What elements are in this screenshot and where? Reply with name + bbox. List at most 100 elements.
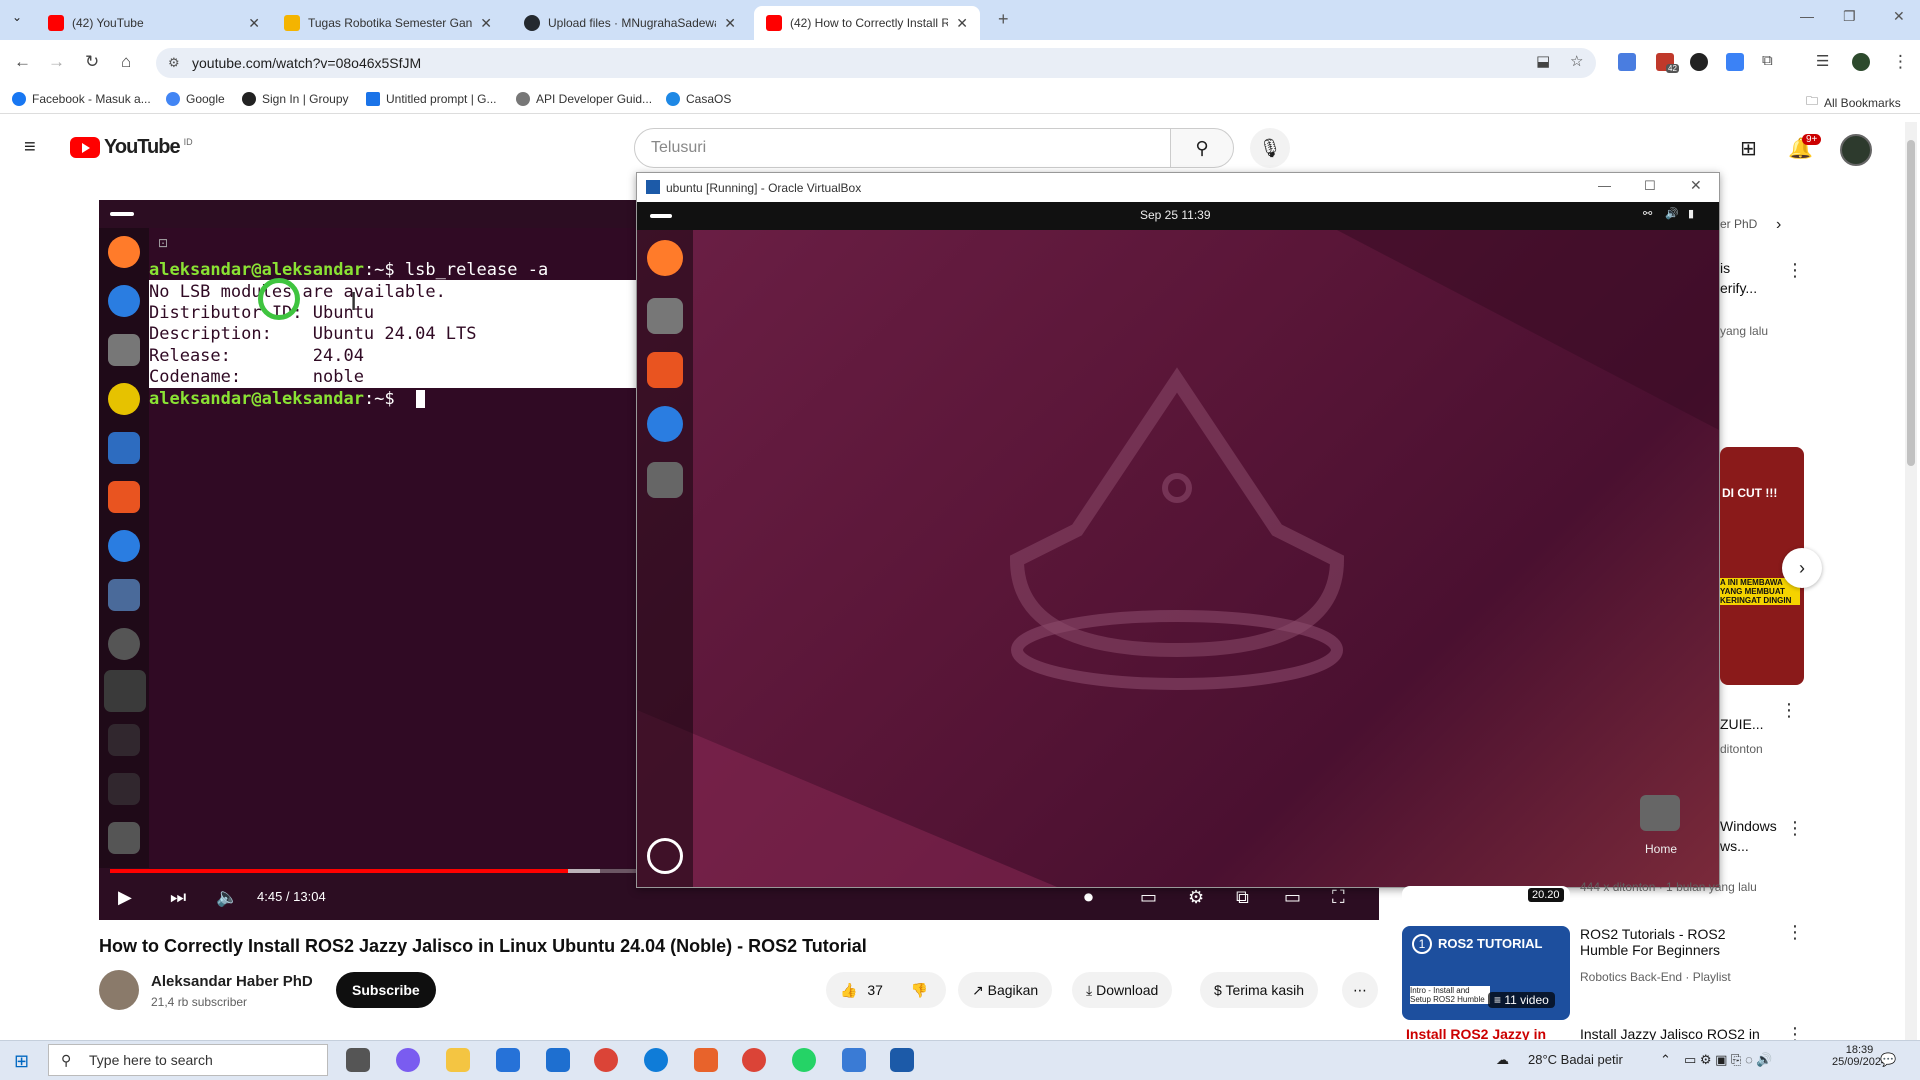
tab-github[interactable]: Upload files · MNugrahaSadewa ✕ bbox=[512, 6, 748, 40]
task-view-icon[interactable] bbox=[346, 1048, 370, 1072]
channel-name[interactable]: Aleksandar Haber PhD bbox=[151, 973, 313, 990]
chrome-icon[interactable] bbox=[594, 1048, 618, 1072]
recommended-title[interactable]: ZUIE... bbox=[1720, 716, 1764, 732]
account-avatar[interactable] bbox=[1840, 134, 1872, 166]
tray-icons[interactable]: ▭ ⚙ ▣ ⎘ ◌ 🔊 bbox=[1684, 1052, 1773, 1068]
recommended-title[interactable]: ws... bbox=[1720, 838, 1749, 854]
tray-chevron-icon[interactable]: ⌃ bbox=[1660, 1052, 1671, 1068]
restore-icon[interactable]: ❐ bbox=[1843, 8, 1856, 25]
app-icon[interactable] bbox=[694, 1048, 718, 1072]
forward-icon[interactable]: → bbox=[48, 52, 65, 72]
copilot-icon[interactable] bbox=[396, 1048, 420, 1072]
whatsapp-icon[interactable] bbox=[792, 1048, 816, 1072]
create-video-icon[interactable]: ⊞ bbox=[1740, 136, 1757, 161]
more-options-icon[interactable]: ⋮ bbox=[1780, 700, 1798, 721]
clock[interactable]: 18:39 25/09/2024 bbox=[1832, 1044, 1887, 1068]
carousel-next-button[interactable]: › bbox=[1782, 548, 1822, 588]
download-button[interactable]: ⤓ Download bbox=[1072, 972, 1173, 1008]
scrollbar-thumb[interactable] bbox=[1907, 140, 1915, 466]
windows-start-icon[interactable]: ⊞ bbox=[14, 1051, 29, 1072]
vm-firefox-icon[interactable] bbox=[647, 240, 683, 276]
menu-kebab-icon[interactable]: ⋮ bbox=[1892, 52, 1909, 72]
site-info-icon[interactable]: ⚙ bbox=[168, 48, 180, 78]
settings-gear-icon[interactable]: ⚙ bbox=[1188, 887, 1204, 908]
miniplayer-icon[interactable]: ⧉ bbox=[1236, 887, 1249, 908]
vm-help-icon[interactable] bbox=[647, 406, 683, 442]
translate-extension-icon[interactable] bbox=[1618, 53, 1636, 71]
weather-text[interactable]: 28°C Badai petir bbox=[1528, 1052, 1623, 1067]
search-input[interactable]: Telusuri bbox=[634, 128, 1172, 168]
autoplay-toggle[interactable]: ⏺ bbox=[1084, 887, 1093, 908]
vbox-close-icon[interactable]: ✕ bbox=[1690, 177, 1702, 194]
bookmark-api-guide[interactable]: API Developer Guid... bbox=[516, 92, 652, 106]
more-actions-button[interactable]: ⋯ bbox=[1342, 972, 1378, 1008]
bookmark-untitled-prompt[interactable]: Untitled prompt | G... bbox=[366, 92, 497, 106]
volume-icon[interactable]: 🔈 bbox=[216, 887, 238, 908]
close-tab-icon[interactable]: ✕ bbox=[724, 15, 736, 32]
tab-slides[interactable]: Tugas Robotika Semester Ganjil ✕ bbox=[272, 6, 504, 40]
chatgpt-extension-icon[interactable] bbox=[1690, 53, 1708, 71]
subtitles-icon[interactable]: ▭ bbox=[1140, 887, 1157, 908]
virtualbox-taskbar-icon[interactable] bbox=[890, 1048, 914, 1072]
tab-active-video[interactable]: (42) How to Correctly Install RO ✕ bbox=[754, 6, 980, 40]
show-apps-icon[interactable] bbox=[647, 838, 683, 874]
install-app-icon[interactable]: ⬓ bbox=[1536, 52, 1550, 70]
youtube-logo[interactable]: YouTube ID bbox=[70, 136, 193, 159]
bookmark-groupy[interactable]: Sign In | Groupy bbox=[242, 92, 349, 106]
edge-icon[interactable] bbox=[644, 1048, 668, 1072]
bookmark-casaos[interactable]: CasaOS bbox=[666, 92, 731, 106]
vbox-maximize-icon[interactable]: ☐ bbox=[1644, 178, 1656, 194]
vscode-icon[interactable] bbox=[842, 1048, 866, 1072]
like-count[interactable]: 37 bbox=[867, 982, 883, 998]
close-tab-icon[interactable]: ✕ bbox=[248, 15, 260, 32]
back-icon[interactable]: ← bbox=[14, 52, 31, 72]
search-button[interactable]: ⚲ bbox=[1170, 128, 1234, 168]
voice-search-button[interactable]: 🎙 bbox=[1250, 128, 1290, 168]
subscribe-button[interactable]: Subscribe bbox=[336, 972, 436, 1008]
vm-files-icon[interactable] bbox=[647, 298, 683, 334]
recommended-title[interactable]: erify... bbox=[1720, 280, 1757, 296]
extension-icon[interactable] bbox=[1726, 53, 1744, 71]
weather-icon[interactable]: ☁ bbox=[1496, 1052, 1509, 1068]
fullscreen-icon[interactable]: ⛶ bbox=[1332, 887, 1345, 908]
recommended-title[interactable]: Windows bbox=[1720, 818, 1777, 834]
close-tab-icon[interactable]: ✕ bbox=[956, 15, 968, 32]
profile-avatar[interactable] bbox=[1852, 53, 1870, 71]
thumbs-down-icon[interactable]: 👎 bbox=[911, 982, 928, 998]
store-icon[interactable] bbox=[496, 1048, 520, 1072]
thumbs-up-icon[interactable]: 👍 bbox=[840, 982, 857, 998]
recommended-title[interactable]: is bbox=[1720, 260, 1730, 276]
vm-clock[interactable]: Sep 25 11:39 bbox=[1140, 208, 1211, 222]
more-options-icon[interactable]: ⋮ bbox=[1786, 922, 1804, 943]
playlist-meta[interactable]: Robotics Back-End · Playlist bbox=[1580, 970, 1731, 984]
minimize-icon[interactable]: — bbox=[1800, 8, 1814, 24]
all-bookmarks[interactable]: 🗀 All Bookmarks bbox=[1806, 92, 1901, 113]
extensions-puzzle-icon[interactable]: ⧉ bbox=[1762, 52, 1773, 69]
mail-icon[interactable] bbox=[546, 1048, 570, 1072]
chrome-profile-icon[interactable] bbox=[742, 1048, 766, 1072]
bookmark-google[interactable]: Google bbox=[166, 92, 225, 106]
close-window-icon[interactable]: ✕ bbox=[1893, 8, 1905, 25]
vm-trash-icon[interactable] bbox=[647, 462, 683, 498]
close-tab-icon[interactable]: ✕ bbox=[480, 15, 492, 32]
volume-icon[interactable]: 🔊 bbox=[1665, 207, 1679, 220]
share-button[interactable]: ↗ Bagikan bbox=[958, 972, 1053, 1008]
reload-icon[interactable]: ↻ bbox=[85, 52, 99, 72]
chip-next-icon[interactable]: › bbox=[1776, 216, 1781, 234]
more-options-icon[interactable]: ⋮ bbox=[1786, 260, 1804, 281]
channel-avatar[interactable] bbox=[99, 970, 139, 1010]
vbox-minimize-icon[interactable]: — bbox=[1598, 178, 1611, 193]
vm-app-center-icon[interactable] bbox=[647, 352, 683, 388]
more-options-icon[interactable]: ⋮ bbox=[1786, 818, 1804, 839]
filter-chip[interactable]: er PhD bbox=[1720, 217, 1757, 231]
reading-list-icon[interactable]: ☰ bbox=[1816, 52, 1829, 70]
network-icon[interactable]: ⚯ bbox=[1643, 207, 1652, 220]
home-icon[interactable]: ⌂ bbox=[121, 52, 131, 72]
bookmark-star-icon[interactable]: ☆ bbox=[1570, 52, 1583, 70]
thanks-button[interactable]: $ Terima kasih bbox=[1200, 972, 1319, 1008]
tab-youtube[interactable]: (42) YouTube ✕ bbox=[36, 6, 272, 40]
playlist-title[interactable]: ROS2 Tutorials - ROS2 Humble For Beginne… bbox=[1580, 926, 1770, 958]
address-bar[interactable]: ⚙ youtube.com/watch?v=08o46x5SfJM bbox=[156, 48, 1596, 78]
next-video-icon[interactable]: ⏭ bbox=[170, 887, 186, 908]
new-tab-button[interactable]: + bbox=[998, 9, 1009, 30]
